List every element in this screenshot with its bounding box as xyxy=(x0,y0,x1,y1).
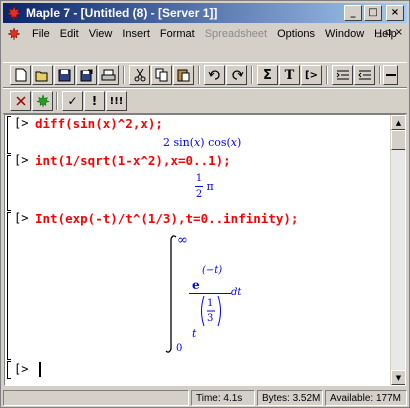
text-cursor xyxy=(39,362,41,377)
debug-icon[interactable] xyxy=(32,91,53,111)
scroll-down-icon[interactable]: ▼ xyxy=(391,370,405,385)
execution-toolbar: ✓ ! !!! xyxy=(3,88,407,114)
indent-icon[interactable] xyxy=(332,65,353,85)
maple-leaf-icon[interactable] xyxy=(6,5,22,21)
menu-window[interactable]: Window xyxy=(320,28,369,40)
fraction-bar xyxy=(189,293,231,294)
denominator-t: t xyxy=(192,327,197,340)
menu-spreadsheet[interactable]: Spreadsheet xyxy=(200,28,272,40)
close-button[interactable]: × xyxy=(386,5,404,21)
menu-file[interactable]: File xyxy=(27,28,55,40)
menu-options[interactable]: Options xyxy=(272,28,320,40)
maple-window: Maple 7 - [Untitled (8) - [Server 1]] _ … xyxy=(0,0,410,408)
status-available: Available: 177M xyxy=(325,390,407,406)
input-icon[interactable]: [> xyxy=(301,65,322,85)
copy-icon[interactable] xyxy=(151,65,172,85)
fraction: 1 2 xyxy=(195,173,203,200)
prompt: [> xyxy=(14,116,29,130)
save-icon[interactable] xyxy=(54,65,75,85)
scroll-thumb[interactable] xyxy=(391,130,405,150)
doc-minimize-button[interactable]: _ xyxy=(377,27,382,38)
open-icon[interactable] xyxy=(32,65,53,85)
differential-dt: dt xyxy=(231,287,242,298)
window-title: Maple 7 - [Untitled (8) - [Server 1]] xyxy=(26,6,218,20)
denominator: 2 xyxy=(195,189,203,200)
worksheet[interactable]: [> diff(sin(x)^2,x); 2 sin(x) cos(x) [> … xyxy=(4,114,406,386)
document-icon[interactable] xyxy=(7,27,23,41)
menu-edit[interactable]: Edit xyxy=(55,28,84,40)
output-2: 1 2 π xyxy=(195,173,214,200)
input-line-3[interactable]: Int(exp(-t)/t^(1/3),t=0..infinity); xyxy=(35,211,298,226)
input-line-1[interactable]: diff(sin(x)^2,x); xyxy=(35,116,163,131)
integral-lower-limit: 0 xyxy=(176,343,183,354)
prompt: [> xyxy=(14,153,29,167)
outdent-icon[interactable] xyxy=(354,65,375,85)
back-icon[interactable] xyxy=(383,65,398,85)
status-bar: Time: 4.1s Bytes: 3.52M Available: 177M xyxy=(3,389,407,407)
cut-icon[interactable] xyxy=(129,65,150,85)
numerator: 1 xyxy=(195,173,203,184)
print-icon[interactable] xyxy=(98,65,119,85)
save-as-icon[interactable] xyxy=(76,65,97,85)
status-message xyxy=(3,390,189,406)
main-toolbar: Σ T [> xyxy=(3,62,407,88)
title-bar[interactable]: Maple 7 - [Untitled (8) - [Server 1]] _ … xyxy=(3,3,407,23)
new-icon[interactable] xyxy=(10,65,31,85)
execution-group-bracket[interactable] xyxy=(7,212,11,360)
execution-group-bracket[interactable] xyxy=(7,155,11,211)
vertical-scrollbar[interactable]: ▲ ▼ xyxy=(390,115,405,385)
redo-icon[interactable] xyxy=(226,65,247,85)
minimize-button[interactable]: _ xyxy=(344,5,362,21)
execution-group-bracket[interactable] xyxy=(7,116,11,154)
status-time: Time: 4.1s xyxy=(191,390,255,406)
text-icon[interactable]: T xyxy=(279,65,300,85)
paste-icon[interactable] xyxy=(173,65,194,85)
integral-sign-icon xyxy=(165,235,177,353)
execute-icon[interactable]: ✓ xyxy=(62,91,83,111)
exclaim-icon[interactable]: ! xyxy=(84,91,105,111)
interrupt-icon[interactable] xyxy=(10,91,31,111)
exponent-numerator: 1 xyxy=(207,298,214,309)
menu-view[interactable]: View xyxy=(84,28,118,40)
integral-upper-limit: ∞ xyxy=(177,233,188,248)
status-bytes: Bytes: 3.52M xyxy=(257,390,323,406)
execution-group-bracket[interactable] xyxy=(7,361,11,379)
menu-format[interactable]: Format xyxy=(155,28,200,40)
scroll-up-icon[interactable]: ▲ xyxy=(391,115,405,130)
output-1-sin: sin xyxy=(173,136,190,149)
output-1-cos: cos xyxy=(208,136,227,149)
maximize-button[interactable]: □ xyxy=(364,5,382,21)
menu-insert[interactable]: Insert xyxy=(117,28,155,40)
prompt: [> xyxy=(14,211,29,225)
exp-exponent: (−t) xyxy=(202,265,223,276)
pi-symbol: π xyxy=(206,180,214,193)
exp-base: e xyxy=(192,278,200,292)
execute-all-icon[interactable]: !!! xyxy=(106,91,127,111)
menu-bar: File Edit View Insert Format Spreadsheet… xyxy=(3,24,407,44)
output-1: 2 sin(x) cos(x) xyxy=(163,136,242,149)
input-line-2[interactable]: int(1/sqrt(1-x^2),x=0..1); xyxy=(35,153,231,168)
undo-icon[interactable] xyxy=(204,65,225,85)
exponent-denominator: 3 xyxy=(207,313,214,324)
prompt: [> xyxy=(14,362,29,376)
doc-restore-button[interactable]: ▫ xyxy=(385,27,392,38)
output-1-x1: x xyxy=(194,136,201,149)
output-1-coef: 2 xyxy=(163,136,170,149)
doc-close-button[interactable]: × xyxy=(395,27,403,38)
sigma-icon[interactable]: Σ xyxy=(257,65,278,85)
output-1-x2: x xyxy=(230,136,238,149)
